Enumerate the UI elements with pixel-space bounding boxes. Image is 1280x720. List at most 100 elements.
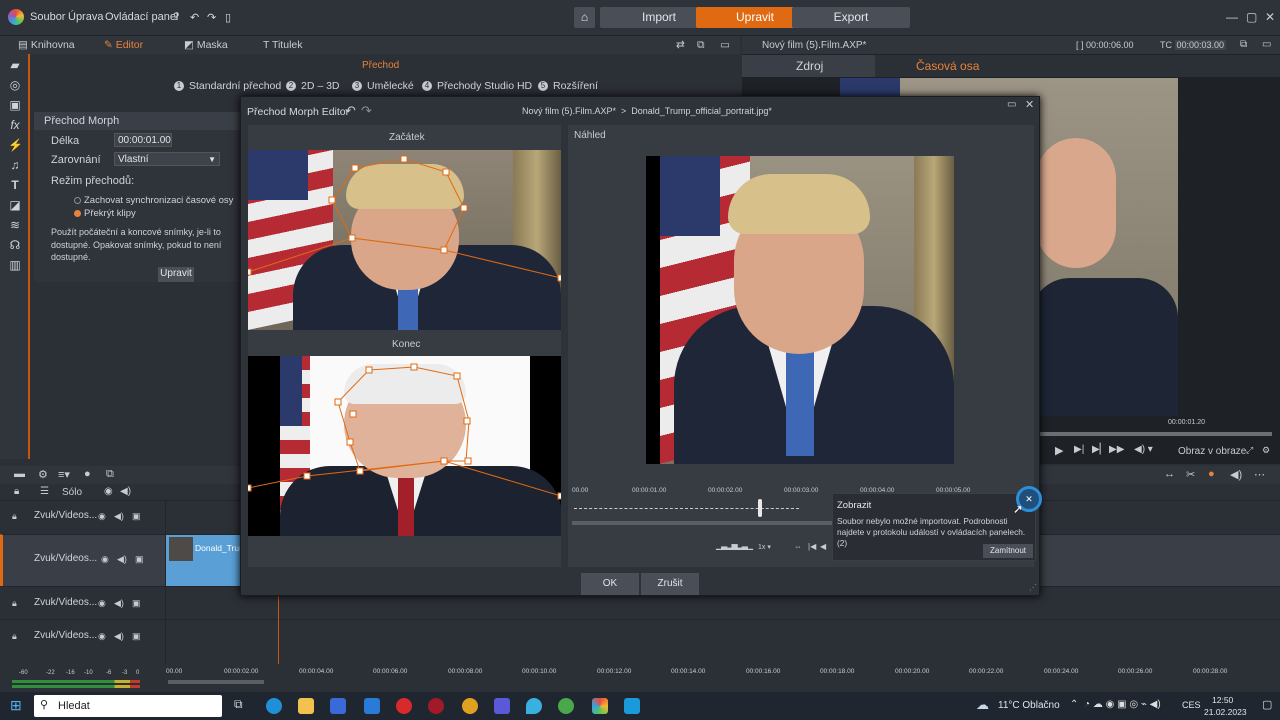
loop-icon[interactable]: ▶▶ [1109,444,1124,455]
timeline-ruler[interactable]: 00.00 00:00:02.00 00:00:04.00 00:00:06.0… [166,664,1280,678]
loop-icon[interactable]: ⇔ [794,542,802,551]
opera-icon[interactable] [396,698,412,714]
edge-icon[interactable] [266,698,282,714]
eye-icon[interactable]: ◉ [101,554,109,565]
snap-icon[interactable]: ⧉ [106,468,114,481]
settings-icon[interactable]: ⚙ [1262,445,1270,456]
ok-button[interactable]: OK [581,573,639,595]
opera-gx-icon[interactable] [428,698,444,714]
menu-control-panel[interactable]: Ovládací panel [105,11,178,23]
file-explorer-icon[interactable] [298,698,314,714]
pinnacle-taskbar-icon[interactable] [592,698,608,714]
prev-frame-icon[interactable]: ◀ [820,542,826,551]
help-icon[interactable]: ? [173,11,179,23]
media-icon[interactable]: ▰ [8,58,22,72]
audio-all-icon[interactable]: ◀) [120,486,131,497]
timeline-audio-icon[interactable]: ◀) [1230,468,1242,481]
player-layout-icon[interactable]: ▭ [1262,39,1271,50]
home-button[interactable]: ⌂ [574,7,595,28]
clock-time[interactable]: 12:50 [1212,695,1233,705]
breadcrumb-file[interactable]: Donald_Trump_official_portrait.jpg* [631,106,772,116]
monitor-icon[interactable]: ▣ [132,631,141,642]
option-overlap[interactable]: Překrýt klipy [74,208,136,219]
close-icon[interactable]: ✕ [1265,10,1275,24]
visibility-all-icon[interactable]: ◉ [104,486,113,497]
layers-icon[interactable]: ▣ [8,98,22,112]
mail-icon[interactable] [364,698,380,714]
layout-icon[interactable]: ▭ [720,39,730,51]
undo-icon[interactable]: ↶ [190,11,199,24]
film-icon[interactable]: ▥ [8,258,22,272]
stack-icon[interactable]: ≋ [8,218,22,232]
play-icon[interactable]: ▶ [1055,444,1063,457]
tab-library[interactable]: ▤ Knihovna [18,39,75,51]
subtab-standard[interactable]: 1 Standardní přechod [174,80,281,92]
dialog-close-icon[interactable]: ✕ [1025,98,1034,111]
timeline-scrollbar[interactable] [168,680,264,684]
timecode-current[interactable]: TC 00:00:03.00 [1160,40,1227,50]
start-icon[interactable]: ⊞ [10,697,22,714]
tab-title[interactable]: T Titulek [263,39,303,51]
lock-icon[interactable]: 🔒︎ [12,511,17,522]
resize-grip-icon[interactable]: ⋰ [1029,583,1037,592]
subtab-extensions[interactable]: 5 Rozšíření [538,80,598,92]
media-player-icon[interactable] [494,698,510,714]
morph-time-ruler[interactable]: 00.00 00:00:01.00 00:00:02.00 00:00:03.0… [572,477,832,517]
language-indicator[interactable]: CES [1182,700,1201,710]
speed-select[interactable]: 1x ▾ [758,543,771,551]
monitor-icon[interactable]: ▣ [132,511,141,522]
morph-scrollbar[interactable] [572,521,832,525]
menu-file[interactable]: Soubor [30,11,65,23]
effects-icon[interactable]: ◎ [8,78,22,92]
length-field[interactable]: 00:00:01.00 [114,133,172,147]
taskbar-search[interactable]: ⚲ Hledat [34,695,222,717]
align-select[interactable]: Vlastní ▼ [114,152,220,166]
task-view-icon[interactable]: ⧉ [234,697,243,712]
redo-icon[interactable]: ↷ [207,11,216,24]
timeline-more-icon[interactable]: ⋯ [1254,468,1265,481]
razor-icon[interactable]: ✂ [1186,468,1195,481]
weather-text[interactable]: 11°C Oblačno [998,700,1060,711]
subtab-studio-hd[interactable]: 4 Přechody Studio HD [422,80,532,92]
subtab-artistic[interactable]: 3 Umělecké [352,80,414,92]
maximize-icon[interactable]: ▢ [1246,10,1257,24]
skip-start-icon[interactable]: |◀ [808,542,816,551]
music-icon[interactable]: ♫ [8,158,22,172]
tab-source[interactable]: Zdroj [796,59,823,73]
title-tool-icon[interactable]: T [8,178,22,192]
motion-icon[interactable]: ☊ [8,238,22,252]
popout-player-icon[interactable]: ⧉ [1240,39,1247,50]
monitor-icon[interactable]: ▣ [132,598,141,609]
volume-icon[interactable]: ◀) ▾ [1134,444,1153,455]
tray-chevron-icon[interactable]: ⌃ [1070,699,1078,710]
lock-icon[interactable]: 🔒︎ [12,598,17,609]
monitor-icon[interactable]: ▣ [135,554,144,565]
speaker-icon[interactable]: ◀) [114,631,124,642]
document-icon[interactable]: ▯ [225,11,231,24]
pip-label[interactable]: Obraz v obraze [1178,446,1246,457]
tab-editor[interactable]: ✎ Editor [104,39,143,51]
end-image[interactable] [248,356,561,536]
fx-icon[interactable]: fx [8,118,22,132]
menu-edit[interactable]: Úprava [68,11,103,23]
marker-icon[interactable]: ● [84,468,91,480]
split-icon[interactable]: ↔ [1164,468,1175,480]
chrome-icon[interactable] [558,698,574,714]
redo-icon[interactable]: ↷ [361,103,372,119]
speaker-icon[interactable]: ◀) [117,554,127,565]
store-icon[interactable] [330,698,346,714]
tab-timeline[interactable]: Časová osa [916,59,979,73]
morph-outline-start[interactable] [248,150,561,330]
tab-mask[interactable]: ◩ Maska [184,39,228,51]
export-button[interactable]: Export [792,7,910,28]
list-icon[interactable]: ☰ [40,486,49,497]
option-keep-sync[interactable]: Zachovat synchronizaci časové osy [74,195,233,206]
eye-icon[interactable]: ◉ [98,511,106,522]
timeline-settings-icon[interactable]: ⚙ [38,468,48,481]
next-frame-icon[interactable]: ▶| [1074,444,1084,455]
speaker-icon[interactable]: ◀) [114,511,124,522]
app-v-icon[interactable] [624,698,640,714]
notification-center-icon[interactable]: ▢ [1262,698,1272,711]
dialog-maximize-icon[interactable]: ▭ [1007,99,1016,110]
start-image[interactable] [248,150,561,330]
